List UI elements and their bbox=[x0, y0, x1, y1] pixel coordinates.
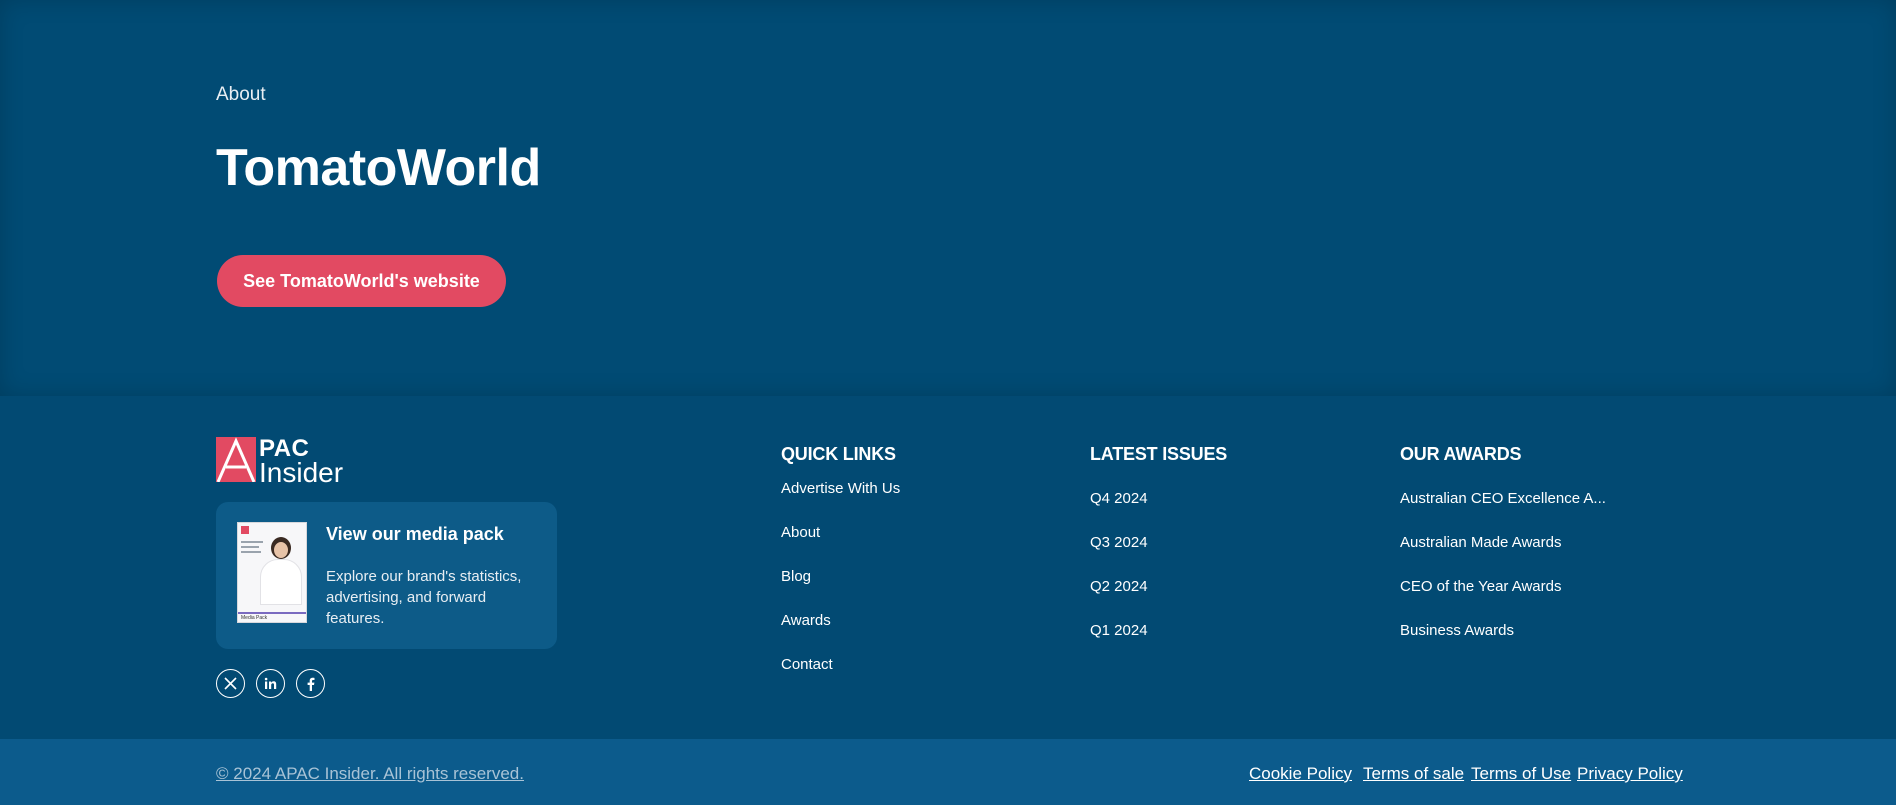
terms-of-sale-link[interactable]: Terms of sale bbox=[1363, 764, 1464, 784]
media-pack-thumb-label: Media Pack bbox=[241, 615, 268, 621]
about-section: About TomatoWorld See TomatoWorld's webs… bbox=[0, 0, 1896, 396]
social-links bbox=[216, 669, 325, 698]
company-title: TomatoWorld bbox=[216, 139, 541, 197]
linkedin-icon[interactable] bbox=[256, 669, 285, 698]
award-link-australian-ceo-excellence[interactable]: Australian CEO Excellence A... bbox=[1400, 490, 1606, 507]
issue-link-q3-2024[interactable]: Q3 2024 bbox=[1090, 534, 1148, 551]
footer-link-awards[interactable]: Awards bbox=[781, 612, 831, 629]
logo-mark-icon bbox=[216, 437, 256, 482]
footer-link-about[interactable]: About bbox=[781, 524, 820, 541]
quick-links-heading: QUICK LINKS bbox=[781, 444, 896, 464]
award-link-australian-made[interactable]: Australian Made Awards bbox=[1400, 534, 1561, 551]
facebook-icon[interactable] bbox=[296, 669, 325, 698]
issue-link-q2-2024[interactable]: Q2 2024 bbox=[1090, 578, 1148, 595]
issue-link-q4-2024[interactable]: Q4 2024 bbox=[1090, 490, 1148, 507]
privacy-policy-link[interactable]: Privacy Policy bbox=[1577, 764, 1683, 784]
media-pack-card[interactable]: Media Pack View our media pack Explore o… bbox=[216, 502, 557, 649]
about-eyebrow: About bbox=[216, 84, 266, 105]
apac-insider-logo[interactable]: PAC Insider bbox=[216, 437, 343, 487]
logo-text-line2: Insider bbox=[259, 457, 344, 488]
award-link-ceo-of-the-year[interactable]: CEO of the Year Awards bbox=[1400, 578, 1562, 595]
visit-website-button[interactable]: See TomatoWorld's website bbox=[217, 255, 506, 307]
latest-issues-heading: LATEST ISSUES bbox=[1090, 444, 1228, 464]
cookie-policy-link[interactable]: Cookie Policy bbox=[1249, 764, 1352, 784]
x-icon[interactable] bbox=[216, 669, 245, 698]
media-pack-thumbnail: Media Pack bbox=[237, 522, 307, 623]
award-link-business[interactable]: Business Awards bbox=[1400, 622, 1514, 639]
issue-link-q1-2024[interactable]: Q1 2024 bbox=[1090, 622, 1148, 639]
our-awards-heading: OUR AWARDS bbox=[1400, 444, 1522, 464]
footer-link-advertise[interactable]: Advertise With Us bbox=[781, 480, 900, 497]
footer-link-blog[interactable]: Blog bbox=[781, 568, 811, 585]
media-pack-description: Explore our brand's statistics, advertis… bbox=[326, 568, 522, 627]
copyright-notice[interactable]: © 2024 APAC Insider. All rights reserved… bbox=[216, 764, 524, 784]
terms-of-use-link[interactable]: Terms of Use bbox=[1471, 764, 1571, 784]
media-pack-title: View our media pack bbox=[326, 524, 504, 544]
footer-link-contact[interactable]: Contact bbox=[781, 656, 833, 673]
